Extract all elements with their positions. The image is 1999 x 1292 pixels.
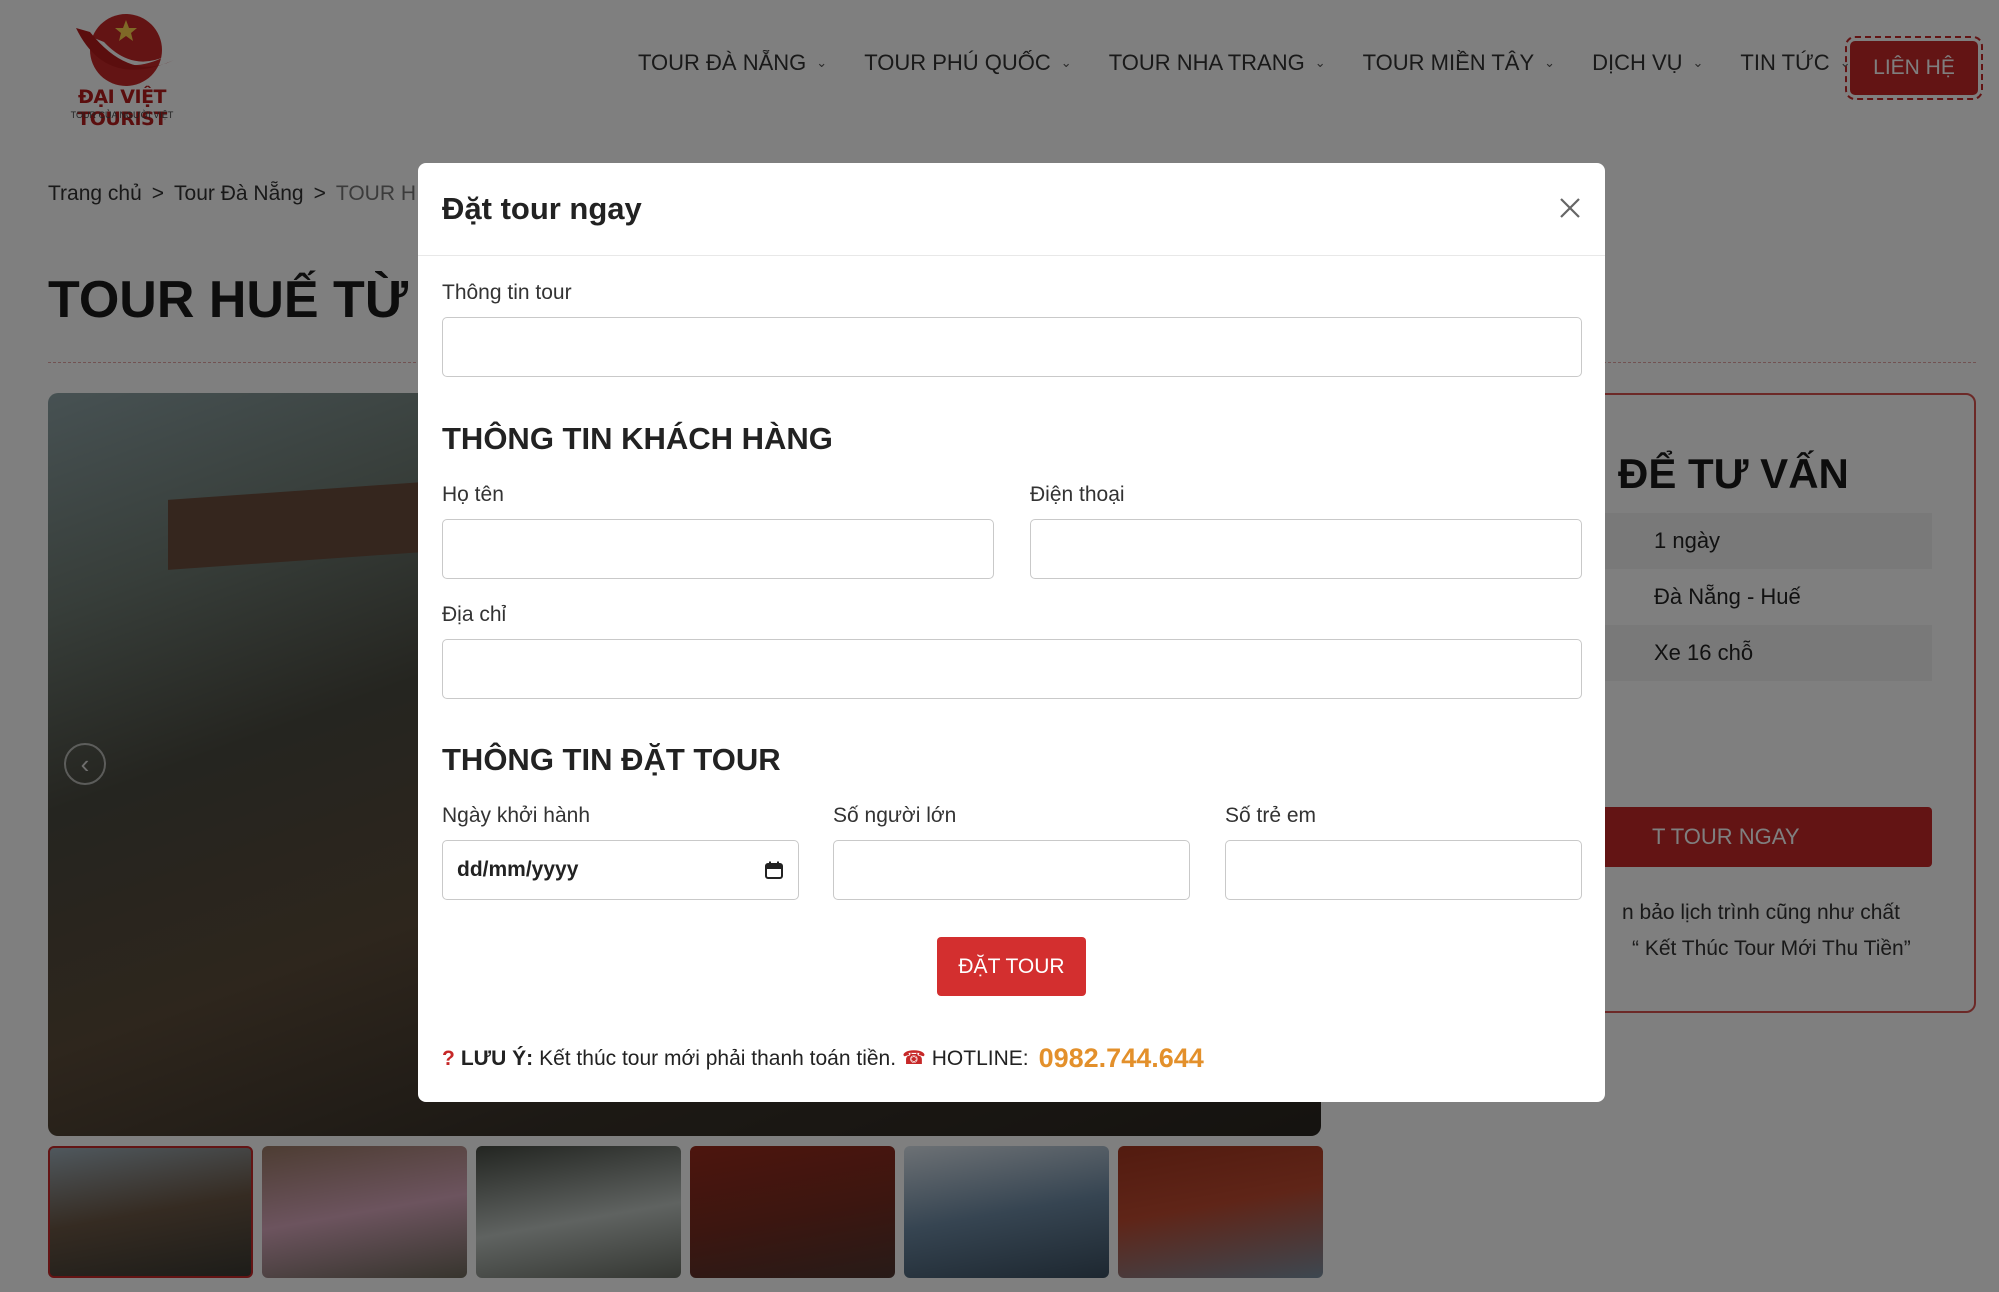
- modal-header: Đặt tour ngay: [418, 163, 1605, 256]
- calendar-icon[interactable]: [764, 860, 784, 880]
- phone-icon: ☎: [902, 1048, 926, 1069]
- booking-section-title: THÔNG TIN ĐẶT TOUR: [442, 742, 781, 777]
- adults-input[interactable]: [833, 840, 1190, 900]
- note-prefix: LƯU Ý:: [460, 1046, 534, 1070]
- hotline-label: HOTLINE:: [931, 1046, 1029, 1070]
- tour-info-input[interactable]: [442, 317, 1582, 377]
- name-label: Họ tên: [442, 483, 504, 506]
- phone-input[interactable]: [1030, 519, 1582, 579]
- tour-info-label: Thông tin tour: [442, 281, 572, 304]
- departure-date-input[interactable]: dd/mm/yyyy: [442, 840, 799, 900]
- address-label: Địa chỉ: [442, 603, 507, 626]
- note-text: Kết thúc tour mới phải thanh toán tiền.: [539, 1046, 897, 1070]
- modal-title: Đặt tour ngay: [442, 191, 642, 226]
- adults-label: Số người lớn: [833, 804, 957, 827]
- hotline-number[interactable]: 0982.744.644: [1039, 1043, 1204, 1074]
- date-placeholder: dd/mm/yyyy: [457, 858, 579, 881]
- address-input[interactable]: [442, 639, 1582, 699]
- customer-section-title: THÔNG TIN KHÁCH HÀNG: [442, 421, 833, 456]
- phone-label: Điện thoại: [1030, 483, 1125, 506]
- question-icon: ?: [442, 1046, 455, 1070]
- children-input[interactable]: [1225, 840, 1582, 900]
- booking-modal: Đặt tour ngay Thông tin tour THÔNG TIN K…: [418, 163, 1605, 1102]
- children-label: Số trẻ em: [1225, 804, 1317, 827]
- name-input[interactable]: [442, 519, 994, 579]
- book-tour-button[interactable]: ĐẶT TOUR: [937, 937, 1086, 996]
- close-icon[interactable]: [1552, 190, 1588, 226]
- payment-note: ? LƯU Ý: Kết thúc tour mới phải thanh to…: [442, 1043, 1204, 1074]
- departure-date-label: Ngày khởi hành: [442, 804, 591, 827]
